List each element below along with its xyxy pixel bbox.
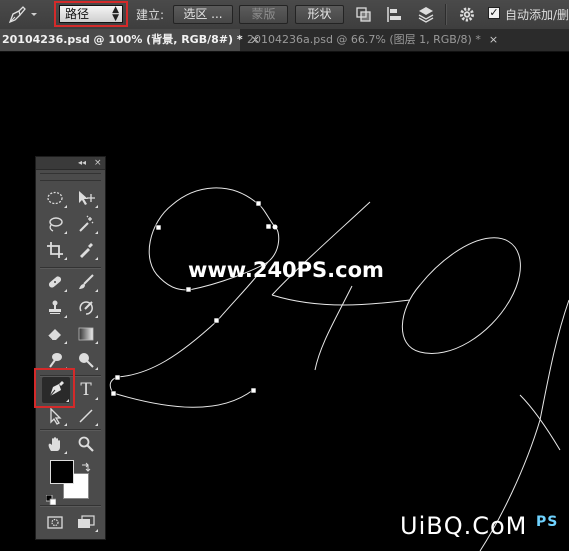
pen-tool-highlight <box>34 368 75 408</box>
close-icon[interactable]: × <box>94 157 102 169</box>
options-bar: 路径 ▲ ▼ 建立: 选区 ... 蒙版 形状 ✓ 自动添加/删 <box>0 0 569 30</box>
path-operations-button[interactable] <box>354 5 374 24</box>
screen-mode-icon <box>78 515 95 528</box>
dodge-tool[interactable] <box>73 349 99 371</box>
lasso-icon <box>49 217 63 232</box>
healing-brush-tool[interactable] <box>42 271 68 293</box>
hand-icon <box>48 437 60 451</box>
eraser-tool[interactable] <box>42 323 68 345</box>
hand-tool[interactable] <box>42 433 68 455</box>
clone-stamp-icon <box>49 300 61 314</box>
move-tool[interactable] <box>73 187 99 209</box>
brush-icon <box>79 274 94 289</box>
path-selection-tool[interactable] <box>42 405 68 427</box>
document-tab-title: 20104236a.psd @ 66.7% (图层 1, RGB/8) * <box>247 33 481 46</box>
screen-mode-button[interactable] <box>73 511 99 533</box>
line-tool[interactable] <box>73 405 99 427</box>
geometry-options-button[interactable] <box>457 5 477 24</box>
gradient-tool[interactable] <box>73 323 99 345</box>
brush-tool[interactable] <box>73 271 99 293</box>
watermark-text: www.240PS.com <box>188 258 384 282</box>
quick-mask-button[interactable] <box>42 511 68 533</box>
anchor-point <box>155 224 162 231</box>
marquee-tool[interactable] <box>42 187 68 209</box>
document-tab-title: 20104236.psd @ 100% (背景, RGB/8#) * <box>2 33 243 46</box>
anchor-point <box>110 390 117 397</box>
anchor-point <box>213 317 220 324</box>
anchor-point <box>265 223 272 230</box>
site-logo: UiBQ.CoM PS <box>400 512 558 540</box>
document-tabs: 20104236.psd @ 100% (背景, RGB/8#) * × 2010… <box>0 29 569 52</box>
anchor-point <box>255 200 262 207</box>
gradient-icon <box>78 327 94 341</box>
default-colors-icon[interactable] <box>45 490 57 506</box>
move-icon <box>79 191 95 205</box>
logo-ps: PS <box>536 514 559 530</box>
tool-divider <box>40 267 101 269</box>
path-arrangement-icon <box>418 7 434 23</box>
separator <box>445 4 447 25</box>
close-icon[interactable]: × <box>489 33 498 46</box>
tool-divider <box>40 505 101 507</box>
smudge-icon <box>49 353 62 368</box>
select-arrows-icon: ▲ ▼ <box>112 5 119 23</box>
tool-preset-picker[interactable] <box>6 0 40 29</box>
collapse-icon[interactable]: ◂◂ <box>78 157 86 169</box>
logo-text: UiBQ.CoM <box>400 512 528 540</box>
auto-add-delete-label: 自动添加/删 <box>505 8 569 22</box>
line-icon <box>79 409 93 423</box>
eraser-icon <box>47 329 61 341</box>
pen-icon <box>8 5 37 23</box>
foreground-color-swatch[interactable] <box>50 460 74 484</box>
gear-icon <box>460 7 474 22</box>
tools-panel: ◂◂ × T <box>35 156 106 540</box>
auto-add-delete-checkbox[interactable]: ✓ <box>488 7 500 19</box>
path-operations-icon <box>356 7 371 22</box>
dodge-icon <box>79 353 94 368</box>
path-selection-icon <box>50 407 62 425</box>
tools-panel-header: ◂◂ × <box>36 157 105 170</box>
swap-colors-icon[interactable] <box>81 457 91 472</box>
crop-icon <box>47 242 63 258</box>
path-alignment-icon <box>387 7 401 22</box>
document-tab-inactive[interactable]: 20104236a.psd @ 66.7% (图层 1, RGB/8) * × <box>241 29 559 51</box>
tool-mode-value: 路径 <box>65 7 90 21</box>
clone-stamp-tool[interactable] <box>42 297 68 319</box>
magic-wand-tool[interactable] <box>73 213 99 235</box>
lasso-tool[interactable] <box>42 213 68 235</box>
path-alignment-button[interactable] <box>385 5 405 24</box>
eyedropper-icon <box>80 243 93 258</box>
make-mask-button[interactable]: 蒙版 <box>239 5 288 24</box>
make-shape-button[interactable]: 形状 <box>295 5 344 24</box>
chevron-down-icon <box>31 12 37 16</box>
panel-grip[interactable] <box>40 173 101 181</box>
crop-tool[interactable] <box>42 239 68 261</box>
magic-wand-icon <box>79 215 94 232</box>
type-tool[interactable]: T <box>73 379 99 401</box>
zoom-tool[interactable] <box>73 433 99 455</box>
anchor-point <box>250 387 257 394</box>
zoom-icon <box>78 436 94 452</box>
tool-mode-highlight: 路径 ▲ ▼ <box>54 1 128 27</box>
tool-divider <box>40 429 101 431</box>
anchor-point <box>185 286 192 293</box>
tool-mode-select[interactable]: 路径 ▲ ▼ <box>59 5 123 23</box>
quick-mask-icon <box>47 516 63 529</box>
eyedropper-tool[interactable] <box>73 239 99 261</box>
anchor-point <box>114 374 121 381</box>
healing-brush-icon <box>48 276 62 288</box>
marquee-icon <box>47 191 63 205</box>
path-arrangement-button[interactable] <box>416 5 436 24</box>
history-brush-tool[interactable] <box>73 297 99 319</box>
make-label: 建立: <box>136 8 165 22</box>
make-selection-button[interactable]: 选区 ... <box>173 5 233 24</box>
history-brush-icon <box>79 301 93 315</box>
document-tab-active[interactable]: 20104236.psd @ 100% (背景, RGB/8#) * × <box>0 29 260 51</box>
